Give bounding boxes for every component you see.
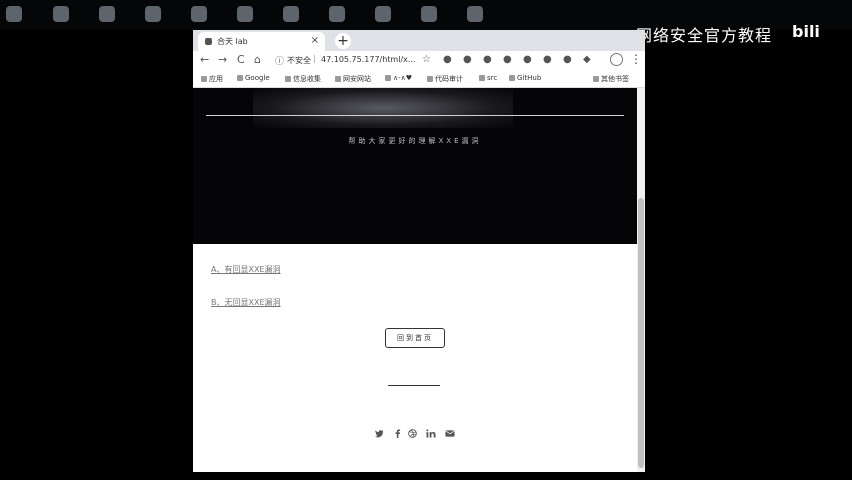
taskbar-icon-7[interactable]	[283, 6, 299, 22]
bookmark-item[interactable]: 信息收集	[285, 74, 321, 84]
site-info-icon[interactable]: ⓘ	[275, 54, 284, 67]
scrollbar-thumb[interactable]	[638, 198, 644, 468]
twitter-icon[interactable]	[375, 429, 384, 441]
svg-text:bili: bili	[792, 22, 820, 41]
bookmark-item[interactable]: Google	[237, 74, 270, 82]
bookmark-item[interactable]: 应用	[201, 74, 223, 84]
star-bookmark-icon[interactable]: ☆	[422, 54, 431, 65]
bookmark-item[interactable]: src	[479, 74, 497, 82]
apps-grid-icon	[201, 76, 207, 82]
taskbar-icon-11[interactable]	[467, 6, 483, 22]
bilibili-logo: bili	[792, 22, 820, 41]
security-indicator: 不安全	[287, 56, 311, 65]
extension-icon-6[interactable]: ●	[543, 54, 552, 65]
hero-subtitle: 帮助大家更好的理解XXE漏洞	[348, 137, 482, 145]
address-bar[interactable]: ⓘ 不安全 | 47.105.75.177/html/x...	[273, 53, 416, 68]
back-button[interactable]: ←	[200, 53, 209, 66]
extension-icon-8[interactable]: ◆	[583, 54, 591, 65]
browser-window: 合天 lab × + ← → C ⌂ ⓘ 不安全 | 47.105.75.177…	[193, 30, 645, 472]
taskbar-icon-4[interactable]	[145, 6, 161, 22]
folder-icon	[285, 76, 291, 82]
bookmark-item[interactable]: 网安网站	[335, 74, 371, 84]
channel-title: 网络安全官方教程	[636, 26, 773, 45]
taskbar-icon-3[interactable]	[99, 6, 115, 22]
facebook-icon[interactable]	[393, 429, 402, 441]
folder-icon	[509, 75, 515, 81]
google-icon	[237, 75, 243, 81]
browser-toolbar: ← → C ⌂ ⓘ 不安全 | 47.105.75.177/html/x... …	[193, 51, 645, 70]
bookmark-item[interactable]: ∧-∧♥	[385, 74, 412, 82]
browser-menu-icon[interactable]: ⋮	[630, 52, 642, 66]
linkedin-icon[interactable]	[426, 429, 436, 441]
tab-strip: 合天 lab × +	[193, 30, 645, 51]
link-echo-xxe[interactable]: A、有回显XXE漏洞	[211, 264, 281, 275]
bookmark-item[interactable]: GitHub	[509, 74, 541, 82]
extension-icon-3[interactable]: ●	[483, 54, 492, 65]
link-blind-xxe[interactable]: B、无回显XXE漏洞	[211, 297, 281, 308]
footer-divider	[388, 385, 440, 386]
tab-active[interactable]: 合天 lab ×	[198, 32, 325, 51]
bookmark-item[interactable]: 代码审计	[427, 74, 463, 84]
hero-divider	[206, 115, 624, 116]
hero-banner: 帮助大家更好的理解XXE漏洞	[193, 88, 637, 244]
address-separator: |	[313, 54, 316, 63]
new-tab-button[interactable]: +	[335, 33, 351, 49]
extension-icon-7[interactable]: ●	[563, 54, 572, 65]
taskbar-icon-9[interactable]	[375, 6, 391, 22]
extension-icon-1[interactable]: ●	[443, 54, 452, 65]
folder-icon	[427, 76, 433, 82]
taskbar-icon-5[interactable]	[191, 6, 207, 22]
dribbble-icon[interactable]	[408, 429, 417, 441]
folder-icon	[385, 75, 391, 81]
bookmark-item[interactable]: 其他书签	[593, 74, 629, 84]
folder-icon	[479, 75, 485, 81]
hero-background-image	[253, 88, 513, 128]
back-to-home-button[interactable]: 回到首页	[385, 328, 445, 348]
forward-button[interactable]: →	[218, 53, 227, 66]
taskbar-icon-1[interactable]	[6, 6, 22, 22]
home-button[interactable]: ⌂	[254, 53, 261, 66]
extension-icon-4[interactable]: ●	[503, 54, 512, 65]
extension-icon-2[interactable]: ●	[463, 54, 472, 65]
taskbar-icon-10[interactable]	[421, 6, 437, 22]
url-text[interactable]: 47.105.75.177/html/x...	[321, 55, 416, 64]
taskbar-icon-2[interactable]	[53, 6, 69, 22]
folder-icon	[335, 76, 341, 82]
bookmarks-bar: 应用 Google 信息收集 网安网站 ∧-∧♥ 代码审计 src GitHub…	[193, 70, 645, 88]
profile-avatar-icon[interactable]	[610, 53, 623, 66]
taskbar-icon-6[interactable]	[237, 6, 253, 22]
extension-icon-5[interactable]: ●	[523, 54, 532, 65]
email-icon[interactable]	[445, 429, 455, 441]
reload-button[interactable]: C	[237, 53, 245, 66]
folder-icon	[593, 76, 599, 82]
tab-close-icon[interactable]: ×	[311, 35, 319, 46]
taskbar-icon-8[interactable]	[329, 6, 345, 22]
tab-title: 合天 lab	[217, 37, 248, 46]
tab-favicon-icon	[205, 38, 212, 45]
